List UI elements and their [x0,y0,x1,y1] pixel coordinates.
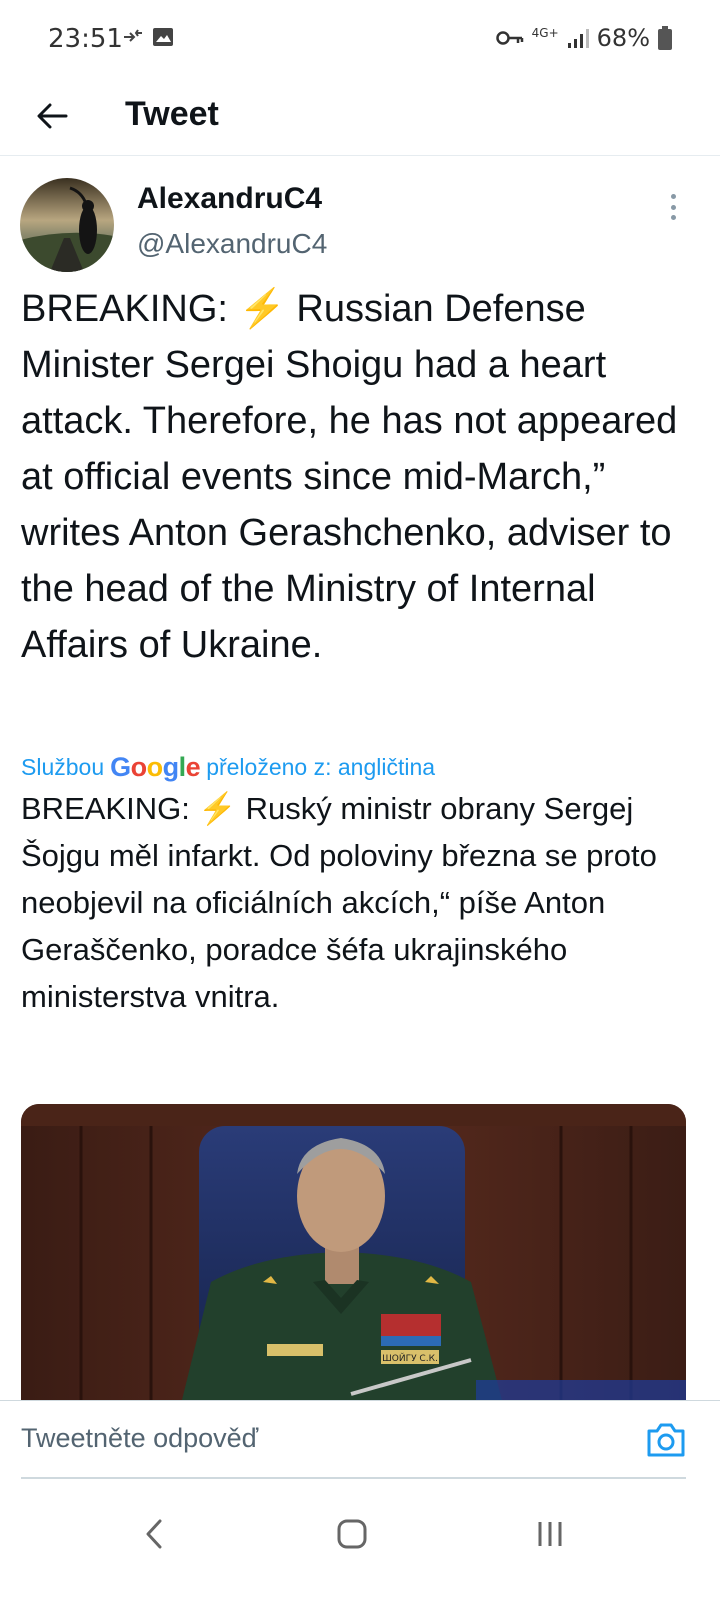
google-logo: Google [110,752,201,782]
user-handle[interactable]: @AlexandruC4 [137,228,327,260]
page-title: Tweet [125,95,219,133]
data-transfer-icon [124,29,142,42]
back-button[interactable] [26,90,78,142]
avatar-image [20,178,114,272]
translation-prefix: Službou [21,754,105,780]
tweet-text: BREAKING: ⚡ Russian Defense Minister Ser… [21,288,678,666]
display-name[interactable]: AlexandruC4 [137,182,322,216]
status-icons-left [122,27,174,47]
battery-percent: 68% [596,24,650,52]
battery-icon [658,26,672,50]
status-time: 23:51 [48,24,123,54]
more-options-button[interactable] [660,190,686,224]
arrow-left-icon [37,103,68,129]
avatar[interactable] [20,178,114,272]
network-type: 4G+ [531,26,559,40]
chevron-left-icon [146,1519,162,1549]
translation-attribution[interactable]: Službou Google přeloženo z: angličtina [21,752,435,783]
image-icon [153,28,173,46]
more-dot [670,215,676,220]
nav-recents-button[interactable] [520,1504,580,1564]
system-navigation-bar [0,1480,720,1600]
more-vertical-icon [670,194,676,199]
nav-back-button[interactable] [124,1504,184,1564]
top-app-bar: Tweet [0,80,720,156]
reply-input[interactable]: Tweetněte odpověď [21,1423,258,1454]
media-photo: ШОЙГУ С.К. [21,1104,686,1404]
home-square-icon [337,1519,367,1549]
media-badge-text: ШОЙГУ С.К. [382,1352,438,1364]
reply-divider [21,1477,686,1479]
tweet-media-image[interactable]: ШОЙГУ С.К. [21,1104,686,1404]
camera-icon [647,1423,685,1457]
vpn-key-icon [495,31,523,45]
translation-suffix: přeloženo z: angličtina [206,754,436,780]
status-right: 4G+ 68% [495,24,672,52]
translated-text: BREAKING: ⚡ Ruský ministr obrany Sergej … [21,791,657,1014]
reply-bar: Tweetněte odpověď [0,1400,720,1480]
recents-icon [538,1522,562,1546]
status-bar: 23:51 4G+ 68% [0,0,720,80]
nav-home-button[interactable] [322,1504,382,1564]
more-dot [670,204,676,210]
camera-button[interactable] [645,1419,687,1461]
signal-icon [567,29,589,48]
